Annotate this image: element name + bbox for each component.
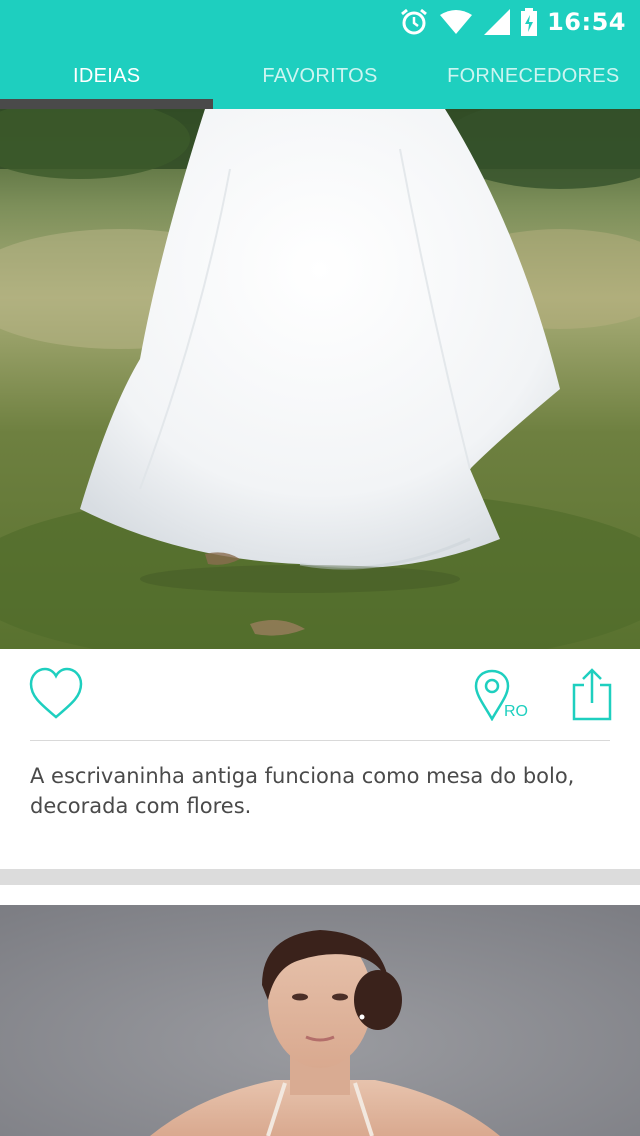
- status-icons: 16:54: [399, 4, 626, 40]
- card-separator: [0, 869, 640, 885]
- card-divider: [30, 740, 610, 741]
- location-code: RO: [504, 703, 528, 720]
- heart-icon[interactable]: [28, 667, 84, 721]
- tab-label: FORNECEDORES: [447, 65, 620, 87]
- idea-photo-bride-portrait[interactable]: [0, 905, 640, 1136]
- tab-label: FAVORITOS: [262, 65, 378, 87]
- tab-label: IDEIAS: [72, 65, 141, 87]
- idea-card-body: RO A escrivaninha antiga funciona como m…: [0, 649, 640, 869]
- alarm-icon: [401, 8, 428, 35]
- card-actions: RO: [0, 649, 640, 739]
- card-gap: [0, 885, 640, 905]
- bride-portrait-photo: [0, 905, 640, 1136]
- wedding-dress-photo: [0, 109, 640, 649]
- battery-charging-icon: [521, 8, 538, 36]
- active-tab-indicator: [0, 99, 213, 109]
- idea-caption: A escrivaninha antiga funciona como mesa…: [30, 764, 575, 818]
- wifi-icon: [440, 10, 473, 34]
- status-bar: 16:54: [0, 0, 640, 44]
- idea-photo-wedding-dress[interactable]: [0, 109, 640, 649]
- tab-favoritos[interactable]: FAVORITOS: [213, 44, 426, 109]
- tab-fornecedores[interactable]: FORNECEDORES: [427, 44, 640, 109]
- status-time: 16:54: [547, 8, 626, 36]
- signal-icon: [484, 9, 511, 35]
- share-icon[interactable]: [572, 667, 612, 721]
- tab-bar: IDEIAS FAVORITOS FORNECEDORES: [0, 44, 640, 109]
